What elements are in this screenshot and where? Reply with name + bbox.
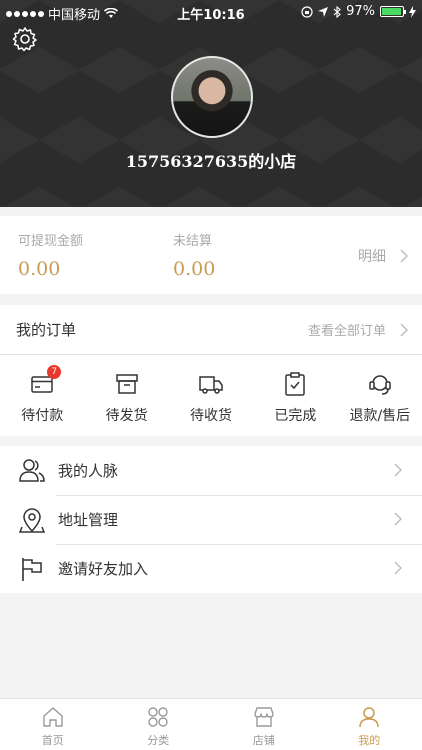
category-icon xyxy=(148,707,168,727)
status-bar: 中国移动 上午10:16 97% xyxy=(0,0,422,24)
withdrawable-label: 可提现金额 xyxy=(18,234,84,249)
bluetooth-icon xyxy=(333,5,341,18)
order-item-label: 待收货 xyxy=(190,408,233,424)
chevron-right-icon xyxy=(394,463,402,477)
detail-label: 明细 xyxy=(358,249,386,265)
lock-rotation-icon xyxy=(301,5,313,18)
menu-list: 我的人脉 地址管理 邀请好友加入 xyxy=(0,446,422,593)
menu-item-label: 我的人脉 xyxy=(58,462,119,480)
balance-panel: 可提现金额 0.00 未结算 0.00 明细 xyxy=(0,216,422,294)
card-icon: 7 xyxy=(29,365,62,397)
order-pending-payment[interactable]: 7 待付款 xyxy=(0,355,84,435)
truck-icon xyxy=(198,371,224,397)
view-all-label: 查看全部订单 xyxy=(307,324,386,339)
tab-label: 店铺 xyxy=(252,734,275,747)
tab-label: 分类 xyxy=(147,734,170,747)
order-pending-receipt[interactable]: 待收货 xyxy=(169,355,253,435)
chevron-right-icon xyxy=(400,323,408,336)
battery-percent: 97% xyxy=(346,4,375,19)
view-all-orders-link[interactable]: 查看全部订单 xyxy=(308,320,408,339)
chevron-right-icon xyxy=(394,512,402,526)
chevron-right-icon xyxy=(400,249,408,263)
contacts-icon xyxy=(19,458,45,482)
order-status-row: 7 待付款 待发货 待收货 已完成 退款/售后 xyxy=(0,355,422,435)
order-item-label: 已完成 xyxy=(274,408,317,424)
flag-icon xyxy=(22,557,42,581)
tab-store[interactable]: 店铺 xyxy=(211,699,317,750)
withdrawable-value: 0.00 xyxy=(18,258,61,280)
location-pin-icon xyxy=(18,507,46,533)
pending-payment-badge: 7 xyxy=(47,365,62,379)
unsettled-value: 0.00 xyxy=(173,258,216,280)
order-item-label: 待付款 xyxy=(21,408,64,424)
tab-category[interactable]: 分类 xyxy=(106,699,212,750)
chevron-right-icon xyxy=(394,561,402,575)
menu-item-contacts[interactable]: 我的人脉 xyxy=(0,446,422,495)
balance-detail-link[interactable]: 明细 xyxy=(358,246,408,266)
unsettled-block: 未结算 0.00 xyxy=(173,230,215,280)
menu-item-invite[interactable]: 邀请好友加入 xyxy=(0,544,422,593)
shop-name: 15756327635的小店 xyxy=(125,152,297,171)
orders-section: 我的订单 查看全部订单 7 待付款 待发货 待收货 已完成 退款/售后 xyxy=(0,305,422,436)
order-refund-aftersale[interactable]: 退款/售后 xyxy=(338,355,422,435)
battery-icon xyxy=(380,6,406,17)
orders-header[interactable]: 我的订单 查看全部订单 xyxy=(0,305,422,355)
orders-title: 我的订单 xyxy=(16,321,77,339)
menu-item-label: 地址管理 xyxy=(58,511,119,529)
order-pending-shipment[interactable]: 待发货 xyxy=(84,355,168,435)
box-icon xyxy=(114,371,140,397)
menu-item-address[interactable]: 地址管理 xyxy=(0,495,422,544)
location-arrow-icon xyxy=(318,6,329,17)
tab-bar: 首页 分类 店铺 我的 xyxy=(0,698,422,750)
order-item-label: 待发货 xyxy=(105,408,148,424)
profile-header: 中国移动 上午10:16 97% 15756327635的小店 xyxy=(0,0,422,207)
home-icon xyxy=(43,707,63,727)
avatar[interactable] xyxy=(171,56,253,138)
headset-icon xyxy=(367,371,393,397)
person-icon xyxy=(359,707,379,728)
status-right: 97% xyxy=(301,4,416,19)
order-item-label: 退款/售后 xyxy=(349,408,411,424)
tab-mine[interactable]: 我的 xyxy=(317,699,422,750)
clipboard-check-icon xyxy=(282,371,308,397)
charging-icon xyxy=(409,5,416,18)
menu-item-label: 邀请好友加入 xyxy=(58,560,149,578)
withdrawable-block: 可提现金额 0.00 xyxy=(18,230,83,280)
unsettled-label: 未结算 xyxy=(173,234,213,249)
tab-label: 我的 xyxy=(358,734,381,747)
order-completed[interactable]: 已完成 xyxy=(253,355,337,435)
gear-icon[interactable] xyxy=(12,26,38,52)
tab-home[interactable]: 首页 xyxy=(0,699,106,750)
tab-label: 首页 xyxy=(41,734,64,747)
store-icon xyxy=(254,707,274,727)
